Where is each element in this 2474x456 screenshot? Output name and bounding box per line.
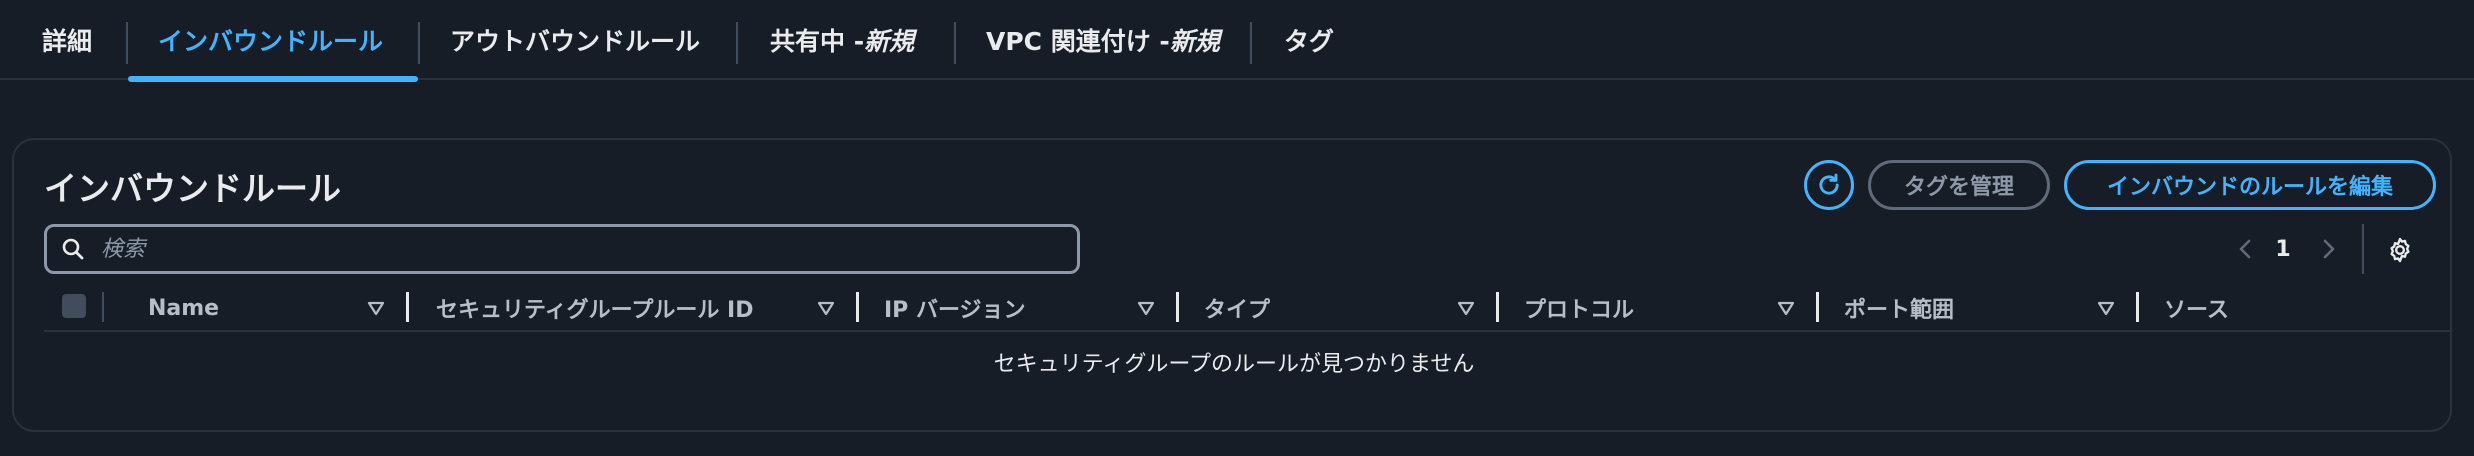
tab-label: 詳細 <box>42 27 93 56</box>
column-header-name[interactable]: Name <box>148 286 219 330</box>
column-header-ip-version[interactable]: IP バージョン <box>884 286 1026 330</box>
tab-details[interactable]: 詳細 <box>42 0 92 80</box>
next-page-button[interactable] <box>2314 234 2344 264</box>
column-resizer[interactable] <box>856 292 859 322</box>
tab-inbound-rules[interactable]: インバウンドルール <box>128 0 418 82</box>
sort-icon[interactable] <box>1136 298 1156 318</box>
select-all-checkbox[interactable] <box>62 294 86 318</box>
column-resizer[interactable] <box>2136 292 2139 322</box>
tab-new-badge: 新規 <box>1169 27 1220 56</box>
search-input[interactable] <box>99 235 999 263</box>
sort-icon[interactable] <box>816 298 836 318</box>
edit-inbound-rules-button[interactable]: インバウンドのルールを編集 <box>2064 160 2436 210</box>
gear-icon <box>2390 237 2410 263</box>
previous-page-button[interactable] <box>2230 234 2260 264</box>
panel-title: インバウンドルール <box>44 169 341 208</box>
preferences-button[interactable] <box>2384 234 2416 266</box>
tab-label: インバウンドルール <box>158 27 384 56</box>
tab-outbound-rules[interactable]: アウトバウンドルール <box>450 0 700 80</box>
tab-divider <box>1250 22 1252 64</box>
inbound-rules-panel: インバウンドルール タグを管理 インバウンドのルールを編集 1 <box>12 138 2452 432</box>
tab-new-badge: 新規 <box>864 27 915 56</box>
sort-icon[interactable] <box>1776 298 1796 318</box>
chevron-right-icon <box>2323 239 2335 259</box>
tab-label: タグ <box>1284 27 1335 56</box>
tab-label: VPC 関連付け - <box>986 27 1170 56</box>
page-number-current[interactable]: 1 <box>2268 234 2298 264</box>
tab-label: 共有中 - <box>770 27 865 56</box>
refresh-button[interactable] <box>1804 160 1854 210</box>
manage-tags-button[interactable]: タグを管理 <box>1868 160 2050 210</box>
column-header-protocol[interactable]: プロトコル <box>1524 286 1634 330</box>
active-tab-indicator <box>128 76 418 82</box>
tab-divider <box>954 22 956 64</box>
tab-bar: 詳細 インバウンドルール アウトバウンドルール 共有中 - 新規 VPC 関連付… <box>0 0 2474 82</box>
refresh-icon <box>1819 173 1839 195</box>
search-box <box>44 224 1080 274</box>
sort-icon[interactable] <box>366 298 386 318</box>
column-divider <box>102 292 104 322</box>
tab-label: アウトバウンドルール <box>450 27 701 56</box>
tab-divider <box>736 22 738 64</box>
sort-icon[interactable] <box>2096 298 2116 318</box>
tab-divider <box>418 22 420 64</box>
empty-table-message: セキュリティグループのルールが見つかりません <box>993 352 1475 377</box>
chevron-left-icon <box>2239 239 2251 259</box>
tab-vpc-associations[interactable]: VPC 関連付け - 新規 <box>986 0 1220 80</box>
column-header-type[interactable]: タイプ <box>1204 286 1270 330</box>
table-header: Name セキュリティグループルール ID IP バージョン タイプ プロトコル… <box>44 286 2450 332</box>
column-resizer[interactable] <box>1496 292 1499 322</box>
column-resizer[interactable] <box>1176 292 1179 322</box>
tab-sharing[interactable]: 共有中 - 新規 <box>770 0 914 80</box>
sort-icon[interactable] <box>1456 298 1476 318</box>
pagination-divider <box>2362 224 2364 274</box>
search-icon <box>62 238 84 260</box>
tab-tags[interactable]: タグ <box>1284 0 1334 80</box>
column-header-rule-id[interactable]: セキュリティグループルール ID <box>436 286 753 330</box>
column-header-source[interactable]: ソース <box>2164 286 2229 330</box>
column-header-port-range[interactable]: ポート範囲 <box>1844 286 1954 330</box>
column-resizer[interactable] <box>1816 292 1819 322</box>
column-resizer[interactable] <box>406 292 409 322</box>
